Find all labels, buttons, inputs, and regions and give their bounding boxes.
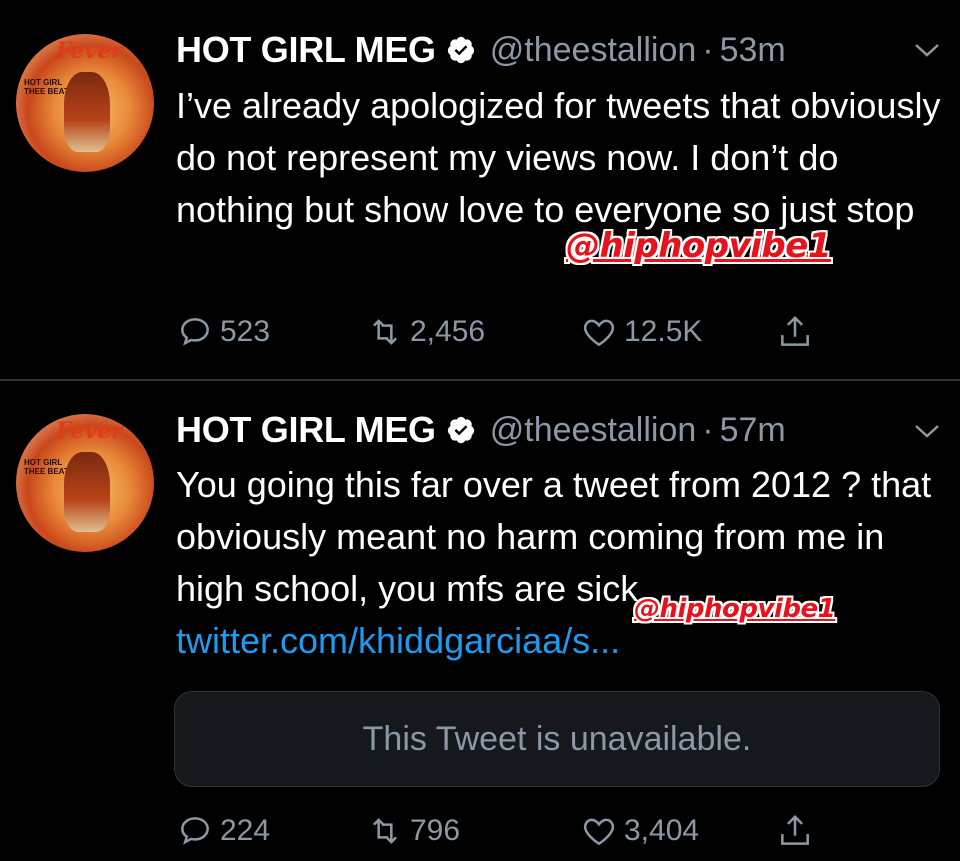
avatar-cover-title: Fever [56, 38, 123, 64]
tweet-text: I’ve already apologized for tweets that … [176, 85, 941, 230]
retweet-count: 2,456 [410, 315, 486, 348]
tweet-actions: 224 796 3,404 [176, 811, 876, 851]
retweet-button[interactable]: 2,456 [366, 312, 485, 352]
chevron-down-icon[interactable] [912, 421, 942, 441]
reply-icon [181, 318, 209, 346]
share-icon [781, 814, 809, 845]
avatar-figure [64, 452, 110, 532]
chevron-down-icon[interactable] [912, 40, 942, 60]
watermark: @hiphopvibe1 [634, 594, 836, 624]
timestamp[interactable]: 53m [720, 31, 786, 70]
tweet-2[interactable]: Fever HOT GIRL THEE BEAT HOT GIRL MEG @th… [0, 381, 960, 861]
like-count: 12.5K [624, 315, 703, 348]
separator: · [702, 410, 714, 449]
watermark: @hiphopvibe1 [566, 226, 831, 266]
like-icon [583, 319, 615, 347]
share-icon [781, 315, 809, 346]
timestamp[interactable]: 57m [720, 411, 786, 450]
tweet-actions: 523 2,456 12.5K [176, 312, 876, 352]
avatar-cover-title: Fever [56, 418, 123, 444]
separator: · [702, 30, 714, 69]
avatar-figure [64, 72, 110, 152]
verified-badge-icon [447, 36, 474, 64]
like-button[interactable]: 3,404 [580, 811, 699, 851]
quoted-tweet-unavailable[interactable]: This Tweet is unavailable. [174, 691, 940, 787]
retweet-icon [373, 818, 397, 844]
reply-button[interactable]: 224 [176, 811, 270, 851]
avatar-cover-subtitle: HOT GIRL THEE BEAT [24, 458, 69, 476]
like-count: 3,404 [624, 814, 700, 847]
handle[interactable]: @theestallion [490, 31, 697, 70]
tweet-header: HOT GIRL MEG @theestallion · 53m [176, 28, 786, 72]
like-icon [583, 818, 615, 846]
verified-badge-icon [447, 416, 474, 444]
reply-count: 523 [220, 315, 271, 348]
tweet-text: You going this far over a tweet from 201… [176, 464, 932, 609]
avatar[interactable]: Fever HOT GIRL THEE BEAT [16, 414, 154, 552]
reply-count: 224 [220, 814, 271, 847]
tweet-header: HOT GIRL MEG @theestallion · 57m [176, 408, 786, 452]
share-button[interactable] [776, 811, 820, 851]
like-button[interactable]: 12.5K [580, 312, 702, 352]
avatar-cover-subtitle: HOT GIRL THEE BEAT [24, 78, 69, 96]
retweet-count: 796 [410, 814, 461, 847]
display-name[interactable]: HOT GIRL MEG [176, 29, 436, 71]
handle[interactable]: @theestallion [490, 411, 697, 450]
share-button[interactable] [776, 312, 820, 352]
reply-icon [181, 817, 209, 845]
display-name[interactable]: HOT GIRL MEG [176, 409, 436, 451]
retweet-button[interactable]: 796 [366, 811, 460, 851]
tweet-text-block: You going this far over a tweet from 201… [176, 459, 946, 667]
retweet-icon [373, 319, 397, 345]
tweet-1[interactable]: Fever HOT GIRL THEE BEAT HOT GIRL MEG @th… [0, 0, 960, 380]
avatar[interactable]: Fever HOT GIRL THEE BEAT [16, 34, 154, 172]
reply-button[interactable]: 523 [176, 312, 270, 352]
